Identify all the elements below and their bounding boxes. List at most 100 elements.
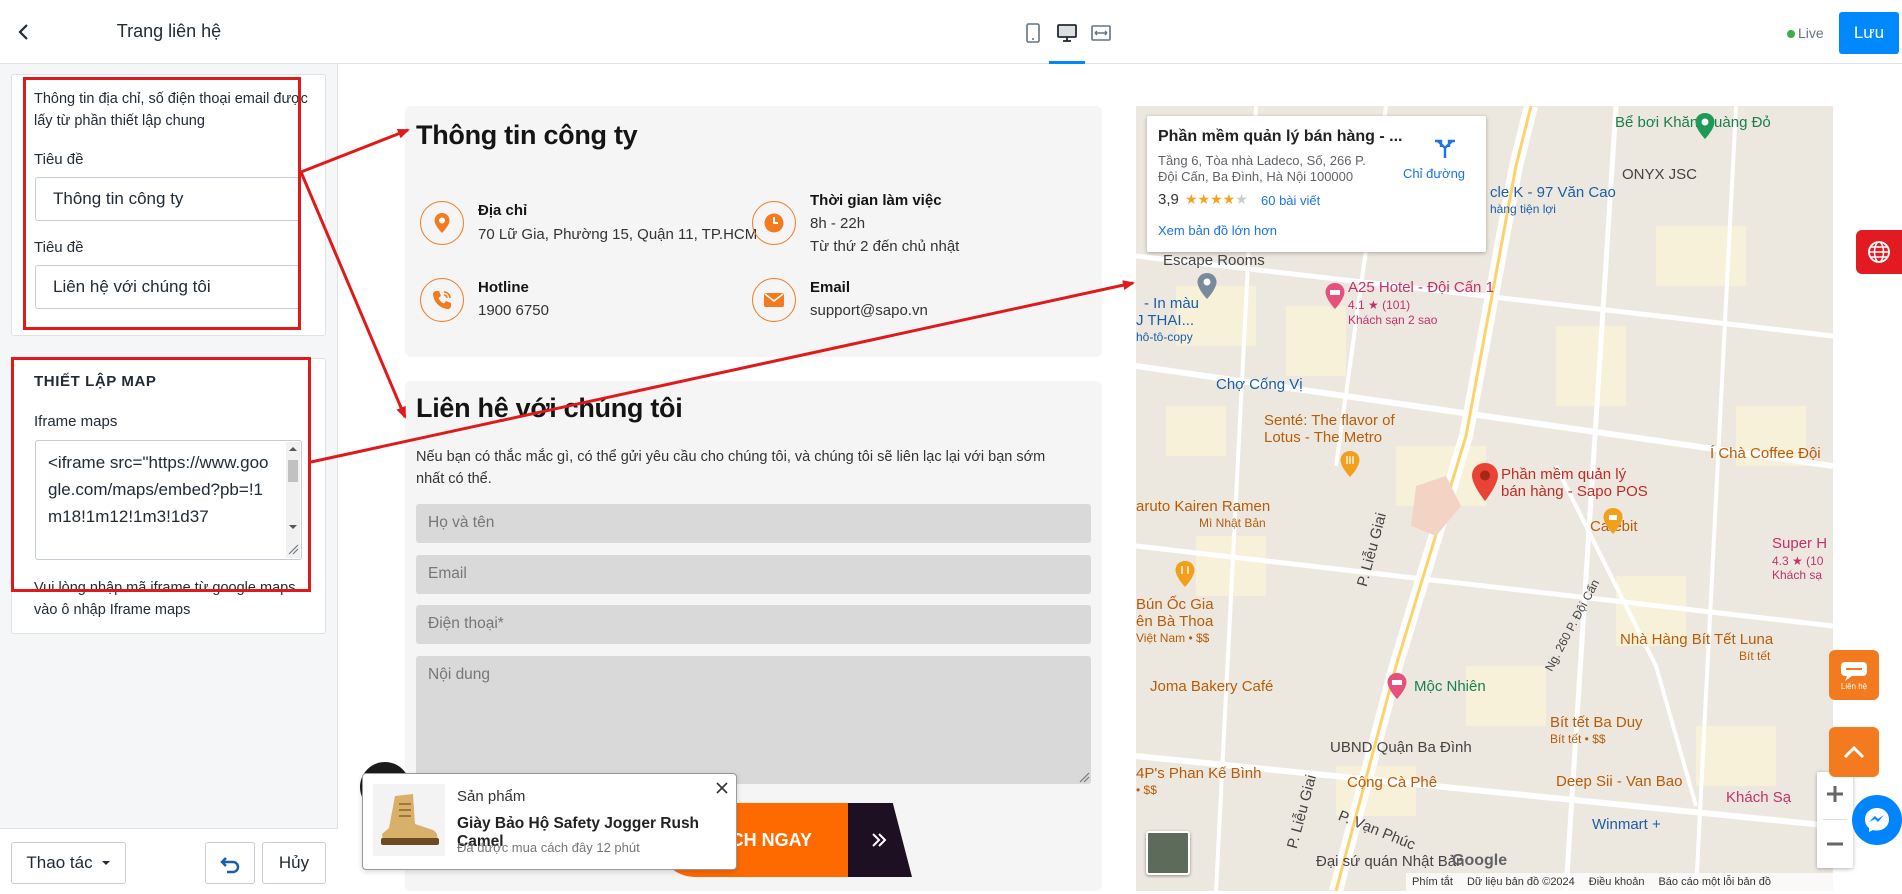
undo-button[interactable]	[205, 842, 255, 884]
chat-bubble-icon	[1841, 661, 1867, 681]
hotel-pin-icon	[1325, 283, 1345, 309]
map-label-joma: Joma Bakery Café	[1150, 678, 1274, 695]
form-resize-icon[interactable]	[1078, 771, 1090, 783]
clock-icon	[764, 213, 784, 233]
name-input[interactable]: Họ và tên	[416, 504, 1091, 543]
phone-input[interactable]: Điện thoại*	[416, 605, 1091, 644]
boot-icon	[381, 794, 439, 845]
map-label-inmau: - In màu	[1144, 295, 1200, 312]
hours-circle	[752, 201, 796, 245]
cafe-pin-icon	[1603, 508, 1623, 534]
preview-topbar	[338, 0, 1902, 64]
email-circle	[752, 278, 796, 322]
directions-link[interactable]: Chỉ đường	[1403, 166, 1465, 181]
map-label-sapo-1: Phần mềm quản lý	[1501, 466, 1627, 483]
app-root: Trang liên hệ Thông tin địa chỉ, số điện…	[0, 0, 1902, 894]
map-label-ubnd: UBND Quận Ba Đình	[1330, 739, 1472, 756]
hotline-value: 1900 6750	[478, 302, 549, 319]
location-pin-icon	[434, 213, 450, 233]
actions-dropdown-button[interactable]: Thao tác	[11, 842, 126, 884]
caret-down-icon	[101, 861, 110, 865]
map-report[interactable]: Báo cáo một lỗi bản đồ	[1658, 876, 1771, 888]
place-address-1: Tầng 6, Tòa nhà Ladeco, Số, 266 P.	[1158, 153, 1366, 168]
editor-title: Trang liên hệ	[116, 21, 222, 41]
map-label-congcaphe: Cộng Cà Phê	[1347, 774, 1438, 791]
map-label-bitset-1: Bít tết Ba Duy	[1550, 714, 1643, 731]
desktop-view-icon[interactable]	[1056, 22, 1078, 44]
map-label-onyx: ONYX JSC	[1622, 166, 1698, 183]
hotline-label: Hotline	[478, 279, 529, 296]
contact-chat-button[interactable]: Liên hệ	[1829, 650, 1879, 700]
close-icon[interactable]	[714, 780, 730, 796]
live-status-dot	[1787, 30, 1795, 38]
contact-description: Nếu bạn có thắc mắc gì, có thể gửi yêu c…	[416, 449, 1046, 487]
fullwidth-view-icon[interactable]	[1090, 22, 1112, 44]
company-info-title: Thông tin công ty	[416, 120, 638, 150]
map-terms[interactable]: Điều khoản	[1589, 876, 1645, 888]
undo-icon	[220, 857, 240, 874]
hours-value-2: Từ thứ 2 đến chủ nhật	[810, 238, 960, 255]
main-location-pin-icon[interactable]	[1471, 462, 1499, 502]
email-input[interactable]: Email	[416, 555, 1091, 594]
map-label-a25: A25 Hotel - Đội Cấn 1	[1348, 279, 1494, 296]
cancel-button[interactable]: Hủy	[262, 842, 326, 884]
recent-purchase-popup[interactable]: Sản phẩm Giày Bảo Hộ Safety Jogger Rush …	[362, 773, 737, 870]
map-label-deepsii: Deep Sii - Van Bao	[1556, 773, 1683, 790]
map-zoom-controls	[1817, 772, 1853, 868]
rating-stars-icon: ★★★★★	[1185, 191, 1248, 207]
directions-icon[interactable]	[1432, 136, 1458, 160]
address-label: Địa chỉ	[478, 202, 528, 219]
map-label-superh-rating: 4.3 ★ (10	[1772, 554, 1824, 568]
map-label-phanke-1: 4P's Phan Kế Bình	[1136, 765, 1262, 782]
larger-map-link[interactable]: Xem bản đồ lớn hơn	[1158, 223, 1277, 238]
phone-icon	[433, 291, 451, 309]
map-label-escape: Escape Rooms	[1163, 252, 1265, 269]
satellite-thumbnail[interactable]	[1146, 831, 1190, 875]
hotline-circle	[420, 278, 464, 322]
map-label-winmart: Winmart +	[1592, 816, 1661, 833]
messenger-icon	[1865, 808, 1889, 832]
editor-header: Trang liên hệ	[0, 0, 338, 64]
messenger-button[interactable]	[1852, 795, 1902, 845]
mobile-view-icon[interactable]	[1022, 22, 1044, 44]
map-label-khachsa: Khách Sạ	[1726, 789, 1792, 806]
map-label-superh-type: Khách sạ	[1772, 568, 1823, 582]
pink-pin-icon	[1387, 673, 1407, 699]
restaurant-pin-icon	[1340, 451, 1360, 477]
content-textarea[interactable]: Nội dung	[416, 656, 1091, 784]
place-address-2: Đội Cấn, Ba Đình, Hà Nội 100000	[1158, 169, 1354, 184]
place-reviews-link[interactable]: 60 bài viết	[1261, 193, 1320, 208]
map-label-ichacoffee: Í Chà Coffee Đội	[1710, 445, 1821, 462]
map-label-a25-rating: 4.1 ★ (101)	[1348, 298, 1411, 312]
map-data-credit: Dữ liệu bản đồ ©2024	[1466, 876, 1575, 888]
product-thumbnail[interactable]	[373, 784, 445, 856]
map-label-minhatban: Mì Nhật Bản	[1199, 516, 1266, 530]
grey-pin-icon	[1197, 273, 1217, 299]
place-info-card[interactable]: Phần mềm quản lý bán hàng - ... Tầng 6, …	[1147, 116, 1486, 252]
email-label: Email	[810, 279, 851, 296]
chevron-up-icon	[1843, 745, 1865, 759]
map-label-hangtienloi: hàng tiện lợi	[1490, 202, 1556, 216]
globe-icon	[1868, 241, 1890, 263]
google-map-embed[interactable]: Phần mềm quản lý bán hàng - ... Tầng 6, …	[1136, 106, 1833, 891]
email-value: support@sapo.vn	[810, 302, 928, 319]
zoom-out-icon[interactable]	[1825, 834, 1845, 854]
map-label-bitset-2: Bít tết • $$	[1550, 732, 1606, 746]
back-to-top-button[interactable]	[1829, 727, 1879, 777]
place-name[interactable]: Phần mềm quản lý bán hàng - ...	[1158, 128, 1402, 146]
map-label-a25-type: Khách sạn 2 sao	[1348, 313, 1438, 327]
map-label-chocongvi: Chợ Cống Vị	[1216, 376, 1303, 393]
map-label-jthai: J THAI...	[1136, 312, 1195, 329]
mail-icon	[764, 293, 784, 307]
map-label-sente-1: Senté: The flavor of	[1264, 412, 1395, 429]
map-label-sapo-2: bán hàng - Sapo POS	[1501, 483, 1648, 500]
language-button[interactable]	[1856, 230, 1902, 274]
save-button[interactable]: Lưu	[1839, 12, 1899, 54]
zoom-in-icon[interactable]	[1825, 784, 1845, 804]
map-label-daisu: Đại sứ quán Nhật Bản	[1316, 853, 1465, 870]
map-label-bunoc-2: ên Bà Thoa	[1136, 613, 1214, 630]
actions-label: Thao tác	[26, 853, 93, 872]
map-label-kairen: aruto Kairen Ramen	[1136, 498, 1271, 515]
map-shortcuts[interactable]: Phím tắt	[1412, 876, 1453, 888]
map-label-bunoc-1: Bún Ốc Gia	[1136, 596, 1214, 613]
